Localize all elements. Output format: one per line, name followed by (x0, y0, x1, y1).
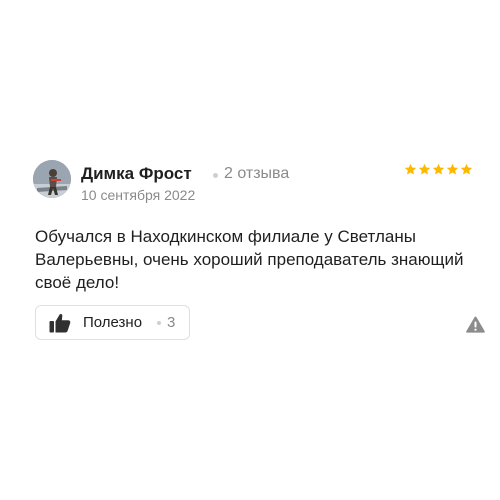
star-icon (418, 163, 431, 175)
separator-dot (157, 321, 161, 325)
star-icon (432, 163, 445, 175)
review-date: 10 сентября 2022 (81, 187, 196, 203)
author-avatar[interactable] (33, 160, 71, 198)
avatar-photo (33, 160, 71, 198)
author-name[interactable]: Димка Фрост (81, 164, 192, 184)
helpful-label: Полезно (83, 314, 143, 331)
helpful-button[interactable]: Полезно 3 (35, 305, 190, 340)
review-card: Димка Фрост 2 отзыва 10 сентября 2022 Об… (0, 0, 500, 500)
star-rating (404, 163, 473, 177)
helpful-count: 3 (167, 314, 176, 331)
warning-icon[interactable] (466, 316, 485, 333)
thumbs-up-icon (49, 314, 71, 333)
star-icon (460, 163, 473, 175)
separator-dot (213, 173, 218, 178)
star-icon (446, 163, 459, 175)
author-reviews-count: 2 отзыва (224, 165, 290, 182)
star-icon (404, 163, 417, 175)
review-text: Обучался в Находкинском филиале у Светла… (35, 227, 464, 292)
